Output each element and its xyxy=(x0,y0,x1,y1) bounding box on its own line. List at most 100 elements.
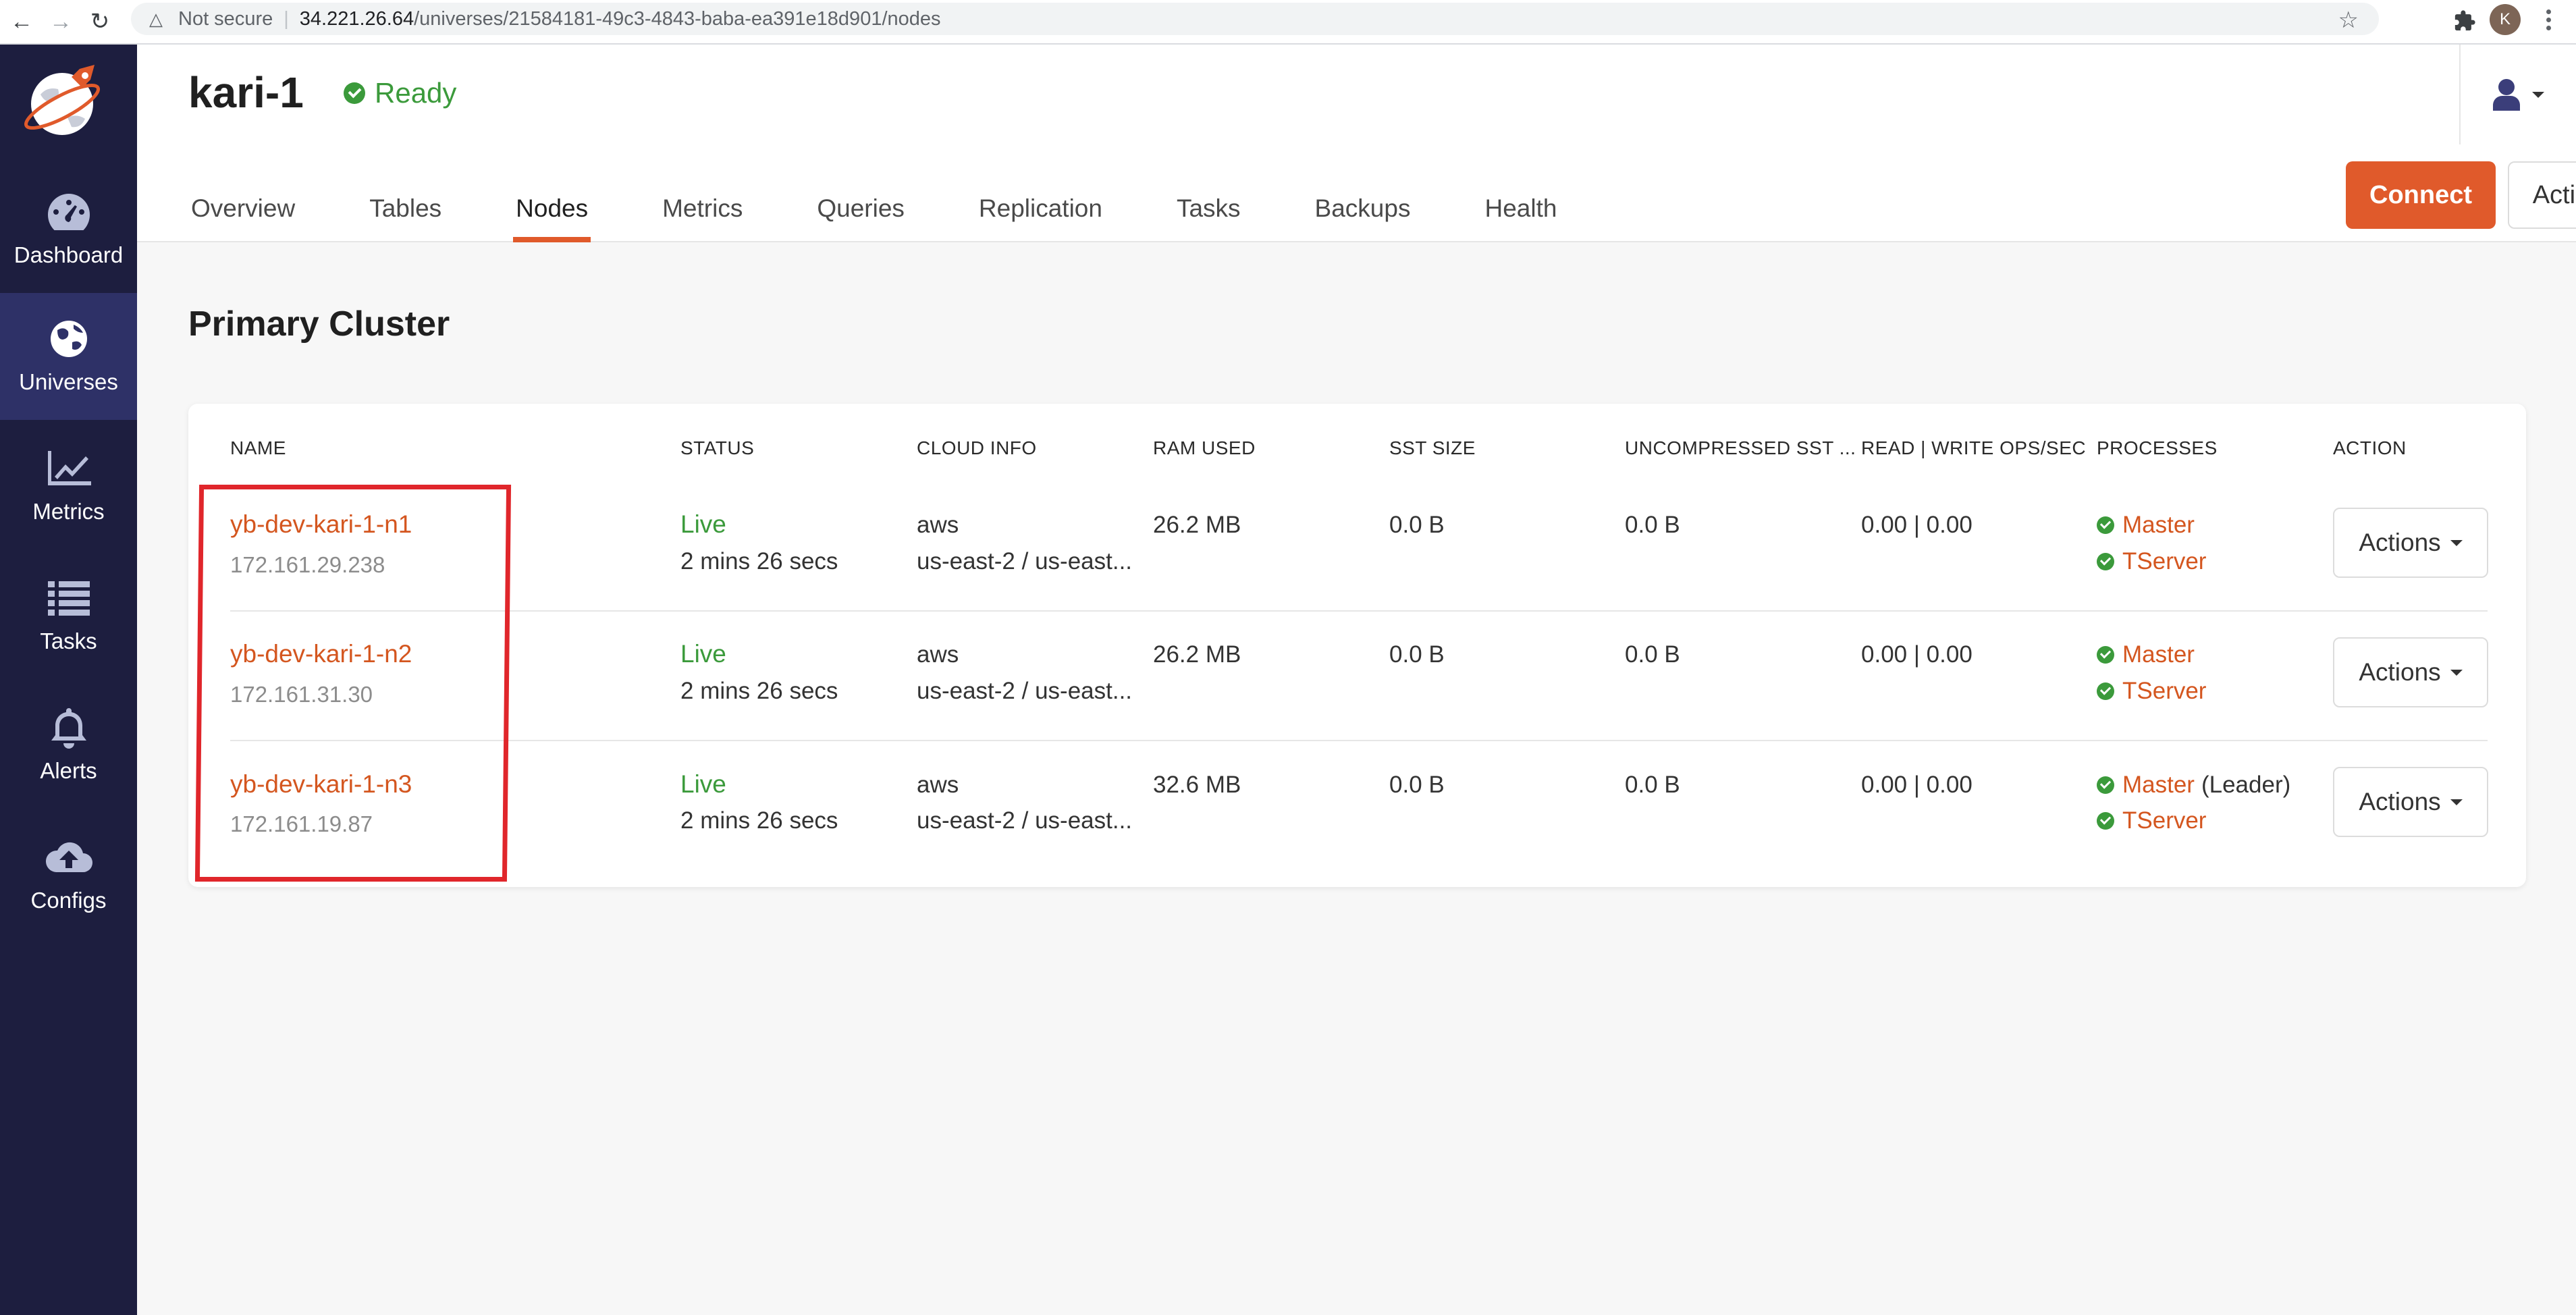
column-header-cloud-info[interactable]: CLOUD INFO xyxy=(917,437,1037,459)
node-uncompressed-sst: 0.0 B xyxy=(1625,641,1680,668)
column-header-ram-used[interactable]: RAM USED xyxy=(1153,437,1256,459)
process-tserver: TServer xyxy=(2097,678,2206,705)
column-header-name[interactable]: NAME xyxy=(230,437,286,459)
node-region: us-east-2 / us-east... xyxy=(917,678,1133,704)
chevron-down-icon xyxy=(2450,799,2463,805)
chevron-down-icon xyxy=(2531,91,2544,98)
browser-profile-avatar[interactable]: K xyxy=(2490,4,2521,35)
node-actions-button[interactable]: Actions xyxy=(2333,508,2488,578)
section-title: Primary Cluster xyxy=(188,304,450,344)
status-label: Ready xyxy=(375,77,457,109)
warning-triangle-icon: △ xyxy=(149,9,163,29)
node-uptime: 2 mins 26 secs xyxy=(680,678,838,704)
node-uptime: 2 mins 26 secs xyxy=(680,548,838,574)
bookmark-star-icon[interactable]: ☆ xyxy=(2338,7,2359,34)
forward-arrow-icon[interactable]: → xyxy=(43,4,78,39)
tab-overview[interactable]: Overview xyxy=(188,178,298,242)
column-header-sst-size[interactable]: SST SIZE xyxy=(1389,437,1476,459)
status-badge: Ready xyxy=(344,77,456,109)
process-tserver-link[interactable]: TServer xyxy=(2122,548,2206,575)
column-header-uncompressed-sst[interactable]: UNCOMPRESSED SST ... xyxy=(1625,437,1856,459)
node-region: us-east-2 / us-east... xyxy=(917,548,1133,574)
column-header-processes[interactable]: PROCESSES xyxy=(2097,437,2218,459)
node-uptime: 2 mins 26 secs xyxy=(680,807,838,834)
tab-tables[interactable]: Tables xyxy=(367,178,444,242)
row-divider xyxy=(230,740,2488,741)
sidebar-item-label: Alerts xyxy=(40,758,97,783)
sidebar-item-configs[interactable]: Configs xyxy=(0,811,137,938)
chart-line-icon xyxy=(45,448,92,489)
connect-button[interactable]: Connect xyxy=(2346,161,2496,229)
sidebar-item-label: Tasks xyxy=(40,628,97,653)
node-ram-used: 32.6 MB xyxy=(1153,772,1241,798)
url-host: 34.221.26.64 xyxy=(299,7,414,30)
node-sst-size: 0.0 B xyxy=(1389,772,1445,798)
node-ram-used: 26.2 MB xyxy=(1153,512,1241,538)
process-tserver-link[interactable]: TServer xyxy=(2122,678,2206,705)
process-master-link[interactable]: Master xyxy=(2122,512,2195,539)
sidebar-item-dashboard[interactable]: Dashboard xyxy=(0,166,137,293)
node-ram-used: 26.2 MB xyxy=(1153,641,1241,668)
app-logo[interactable] xyxy=(20,59,107,146)
column-header-action: ACTION xyxy=(2333,437,2407,458)
chevron-down-icon xyxy=(2450,539,2463,546)
process-master-link[interactable]: Master xyxy=(2122,772,2195,799)
tab-nodes[interactable]: Nodes xyxy=(513,178,591,242)
process-tserver: TServer xyxy=(2097,548,2206,575)
sidebar-item-label: Configs xyxy=(30,888,107,913)
process-master: Master xyxy=(2097,512,2201,539)
tab-backups[interactable]: Backups xyxy=(1312,178,1414,242)
cloud-upload-icon xyxy=(45,836,92,878)
tab-replication[interactable]: Replication xyxy=(976,178,1105,242)
address-separator: | xyxy=(284,7,289,30)
row-divider xyxy=(230,610,2488,612)
process-master-note: (Leader) xyxy=(2201,772,2291,798)
highlight-annotation xyxy=(194,485,512,882)
node-status: Live xyxy=(680,640,726,668)
sidebar-item-label: Dashboard xyxy=(14,242,124,267)
actions-label: Actions xyxy=(2359,529,2441,556)
node-read-write-ops: 0.00 | 0.00 xyxy=(1861,512,1973,538)
address-bar[interactable]: △ Not secure | 34.221.26.64/universes/21… xyxy=(131,3,2379,35)
column-header-read-write-ops[interactable]: READ | WRITE OPS/SEC xyxy=(1861,437,2086,459)
node-uncompressed-sst: 0.0 B xyxy=(1625,512,1680,538)
browser-menu-icon[interactable] xyxy=(2533,4,2564,35)
tab-health[interactable]: Health xyxy=(1482,178,1559,242)
process-tserver-link[interactable]: TServer xyxy=(2122,807,2206,834)
universe-actions-button[interactable]: Actions xyxy=(2508,161,2576,229)
universe-header: kari-1 Ready Overview Tables Nodes Metri… xyxy=(137,45,2576,242)
check-circle-icon xyxy=(344,82,365,104)
not-secure-label: Not secure xyxy=(178,7,273,30)
list-icon xyxy=(45,577,92,619)
actions-label: Actions xyxy=(2359,788,2441,815)
node-read-write-ops: 0.00 | 0.00 xyxy=(1861,641,1973,668)
node-status: Live xyxy=(680,510,726,538)
process-master: Master (Leader) xyxy=(2097,772,2290,799)
back-arrow-icon[interactable]: ← xyxy=(4,4,39,39)
tab-metrics[interactable]: Metrics xyxy=(660,178,745,242)
process-master-link[interactable]: Master xyxy=(2122,641,2195,668)
sidebar-item-universes[interactable]: Universes xyxy=(0,293,137,420)
column-header-status[interactable]: STATUS xyxy=(680,437,754,459)
user-menu[interactable] xyxy=(2459,45,2576,144)
actions-label: Actions xyxy=(2532,180,2576,209)
tab-queries[interactable]: Queries xyxy=(814,178,907,242)
reload-icon[interactable]: ↻ xyxy=(82,4,117,39)
nodes-table: NAME STATUS CLOUD INFO RAM USED SST SIZE… xyxy=(188,404,2526,887)
node-sst-size: 0.0 B xyxy=(1389,641,1445,668)
check-circle-icon xyxy=(2097,812,2114,830)
sidebar-item-alerts[interactable]: Alerts xyxy=(0,682,137,809)
check-circle-icon xyxy=(2097,553,2114,570)
node-uncompressed-sst: 0.0 B xyxy=(1625,772,1680,798)
sidebar-item-metrics[interactable]: Metrics xyxy=(0,423,137,549)
dashboard-icon xyxy=(45,191,92,233)
universe-tabs: Overview Tables Nodes Metrics Queries Re… xyxy=(188,178,1628,242)
node-cloud: aws xyxy=(917,512,959,538)
node-actions-button[interactable]: Actions xyxy=(2333,767,2488,837)
tab-tasks[interactable]: Tasks xyxy=(1174,178,1243,242)
process-tserver: TServer xyxy=(2097,807,2206,834)
node-actions-button[interactable]: Actions xyxy=(2333,637,2488,707)
sidebar-item-tasks[interactable]: Tasks xyxy=(0,552,137,679)
process-master: Master xyxy=(2097,641,2201,668)
extensions-puzzle-icon[interactable] xyxy=(2449,5,2480,36)
